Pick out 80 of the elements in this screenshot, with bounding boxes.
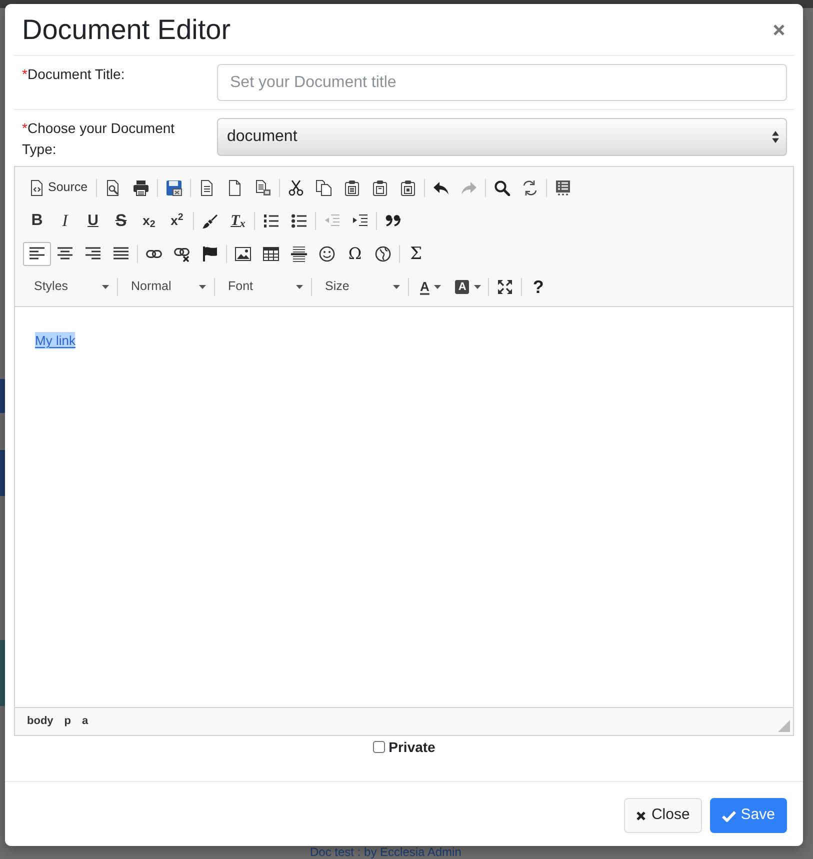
toolbar-dropdown[interactable]: Styles [23, 274, 115, 298]
close-icon [636, 810, 646, 820]
text-color-button[interactable]: A [411, 274, 446, 298]
numbered-list-icon [263, 212, 279, 228]
list-board-icon [554, 180, 571, 196]
element-path-item[interactable]: body [27, 713, 54, 730]
background-block [0, 640, 5, 706]
caret-icon [102, 284, 109, 288]
clipboard-icon [344, 180, 360, 196]
outdent-icon [324, 212, 340, 228]
element-path-item[interactable]: p [64, 713, 72, 730]
paintbrush-icon [202, 212, 218, 228]
subscript-button[interactable]: x$_{2}$ [135, 208, 163, 232]
caret-icon [474, 284, 482, 288]
background-block [0, 379, 5, 413]
up-down-arrows-icon [772, 131, 779, 143]
table-grid-icon [263, 246, 279, 262]
background-heading: Doc test : by Ecclesia Admin [310, 846, 462, 859]
checkbox-label: Private [388, 738, 436, 756]
undo-arrow-icon [432, 180, 449, 196]
bold-button[interactable]: B [23, 208, 51, 232]
field-label: *Choose your Document Type: [22, 119, 176, 159]
special-character-button[interactable]: Ω [341, 242, 369, 266]
copy-icon [316, 180, 332, 196]
element-path-item[interactable]: a [82, 713, 88, 730]
dialog-title: Document Editor [22, 12, 231, 46]
resize-grip-icon [778, 720, 790, 732]
close-dialog-button[interactable]: Close [624, 798, 702, 833]
broken-chain-icon [174, 246, 190, 262]
remove-format-button[interactable]: T$_{x}$ [224, 208, 252, 232]
align-center-icon [57, 246, 73, 262]
caret-icon [199, 284, 206, 288]
expand-arrows-icon [497, 278, 514, 294]
code-file-icon [29, 180, 45, 196]
align-left-icon [29, 246, 45, 262]
underline-button[interactable]: U [79, 208, 107, 232]
search-icon [494, 180, 510, 196]
align-right-icon [85, 246, 101, 262]
background-block [0, 450, 5, 496]
bulleted-list-icon [291, 212, 307, 228]
toolbar-dropdown[interactable]: Normal [120, 274, 212, 298]
caret-icon [434, 284, 442, 288]
field-label: *Document Title: [22, 65, 126, 84]
superscript-button[interactable]: x$^{2}$ [163, 208, 191, 232]
background-color-button[interactable]: A [446, 274, 486, 298]
quote-marks-icon [385, 212, 401, 228]
save-dialog-button[interactable]: Save [710, 798, 787, 833]
document-stack-icon [254, 180, 271, 196]
scissors-icon [288, 180, 304, 196]
smiley-face-icon [319, 246, 335, 262]
picture-icon [235, 246, 251, 262]
caret-icon [296, 284, 303, 288]
title-input[interactable]: Set your Document title [217, 64, 787, 101]
clipboard-box-icon [400, 180, 416, 196]
help-button[interactable]: ? [524, 274, 552, 298]
caret-icon [393, 284, 400, 288]
clipboard-square-icon [372, 180, 388, 196]
close-icon [773, 24, 785, 36]
check-icon [722, 810, 736, 822]
type-select[interactable]: document [217, 118, 787, 156]
align-left-button[interactable] [23, 242, 51, 266]
strikethrough-button[interactable]: S [107, 208, 135, 232]
swap-arrows-icon [522, 180, 538, 196]
blank-page-icon [226, 180, 243, 196]
source-button[interactable]: Source [23, 176, 94, 200]
globe-icon [375, 246, 391, 262]
redo-arrow-icon [460, 180, 477, 196]
indent-icon [352, 212, 368, 228]
italic-button[interactable]: I [51, 208, 79, 232]
toolbar-dropdown[interactable]: Font [217, 274, 309, 298]
printer-icon [132, 180, 149, 196]
math-button[interactable]: Σ [402, 242, 430, 266]
document-lines-icon [198, 180, 215, 196]
toolbar-dropdown[interactable]: Size [314, 274, 406, 298]
private-checkbox[interactable] [372, 741, 385, 753]
flag-icon [202, 246, 218, 262]
align-justify-icon [113, 246, 129, 262]
close-button[interactable] [773, 24, 785, 36]
horizontal-rule-icon [291, 246, 307, 262]
document-magnifier-icon [104, 180, 121, 196]
